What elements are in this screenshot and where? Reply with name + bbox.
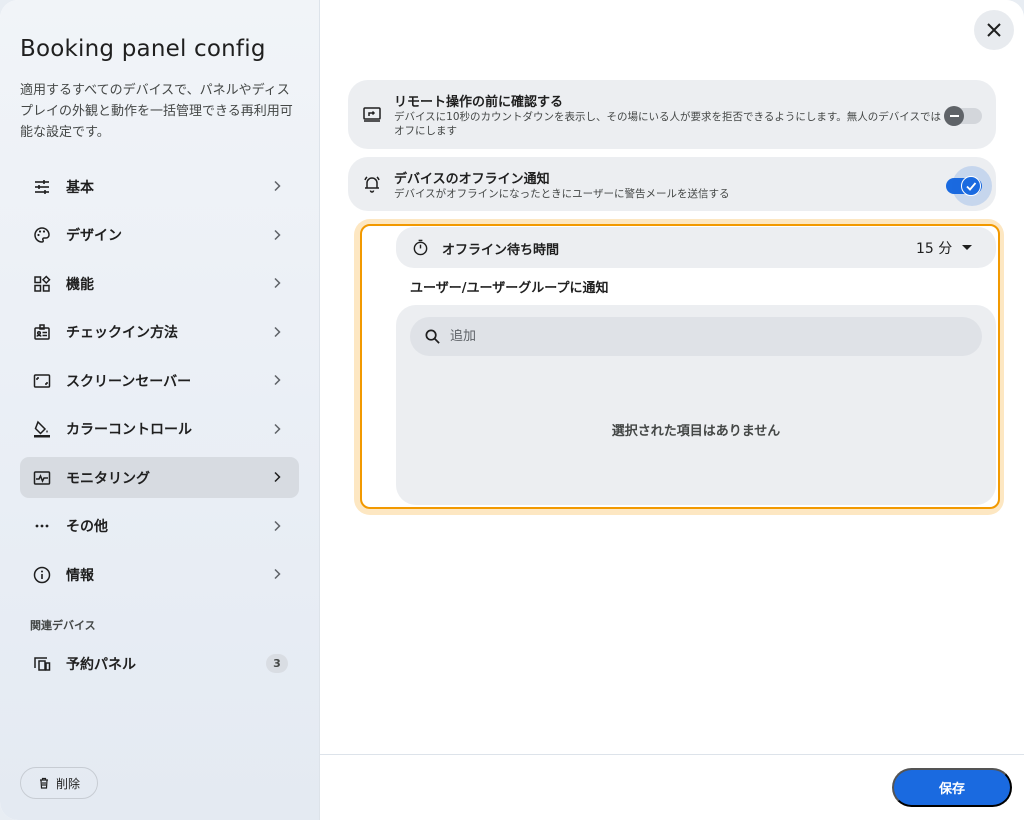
setting-card-offline-notify: デバイスのオフライン通知 デバイスがオフラインになったときにユーザーに警告メール… bbox=[348, 157, 996, 211]
chevron-right-icon bbox=[274, 277, 281, 289]
chevron-right-icon bbox=[274, 180, 281, 192]
sidebar-item-label: 情報 bbox=[66, 567, 94, 584]
page-description: 適用するすべてのデバイスで、パネルやディスプレイの外観と動作を一括管理できる再利… bbox=[20, 83, 293, 140]
notifications-icon bbox=[364, 176, 380, 193]
sidebar-item-features[interactable]: 機能 bbox=[20, 263, 299, 304]
sidebar-item-label: その他 bbox=[66, 519, 108, 535]
offline-wait-select[interactable]: 15 分 bbox=[916, 238, 973, 258]
badge-icon bbox=[32, 322, 52, 342]
info-icon bbox=[32, 565, 52, 585]
empty-state-text: 選択された項目はありません bbox=[611, 424, 781, 439]
search-input[interactable] bbox=[450, 329, 950, 344]
devices-icon bbox=[32, 654, 52, 674]
palette-icon bbox=[32, 225, 52, 245]
sidebar-item-label: 基本 bbox=[66, 179, 94, 196]
page-title: Booking panel config bbox=[20, 36, 266, 62]
sidebar-item-monitoring[interactable]: モニタリング bbox=[20, 457, 299, 498]
save-button[interactable]: 保存 bbox=[892, 768, 1012, 807]
chevron-right-icon bbox=[274, 471, 281, 483]
timer-icon bbox=[413, 239, 428, 256]
offline-wait-label: オフライン待ち時間 bbox=[442, 243, 560, 258]
offline-wait-row[interactable]: オフライン待ち時間 15 分 bbox=[396, 227, 996, 268]
notify-users-label: ユーザー/ユーザーグループに通知 bbox=[410, 281, 609, 296]
sidebar: Booking panel config 適用するすべてのデバイスで、パネルやデ… bbox=[0, 0, 320, 820]
search-icon bbox=[425, 329, 440, 344]
close-icon bbox=[987, 23, 1001, 37]
close-button[interactable] bbox=[974, 10, 1014, 50]
sidebar-item-checkin[interactable]: チェックイン方法 bbox=[20, 312, 299, 353]
offline-wait-value: 15 分 bbox=[916, 241, 953, 257]
sidebar-item-basic[interactable]: 基本 bbox=[20, 166, 299, 207]
device-item-booking-panel[interactable]: 予約パネル 3 bbox=[20, 643, 299, 684]
remote-screen-icon bbox=[363, 107, 381, 122]
sidebar-item-design[interactable]: デザイン bbox=[20, 215, 299, 256]
chevron-right-icon bbox=[274, 229, 281, 240]
chevron-right-icon bbox=[274, 374, 281, 386]
trash-icon bbox=[39, 777, 48, 789]
setting-description: デバイスがオフラインになったときにユーザーに警告メールを送信する bbox=[394, 188, 730, 200]
related-devices-label: 関連デバイス bbox=[30, 619, 96, 632]
chevron-right-icon bbox=[274, 520, 281, 531]
tune-icon bbox=[32, 177, 52, 197]
device-item-label: 予約パネル bbox=[66, 656, 136, 673]
more-horiz-icon bbox=[32, 516, 52, 536]
setting-description: デバイスに10秒のカウントダウンを表示し、その場にいる人が要求を拒否できるように… bbox=[394, 111, 941, 137]
arrow-drop-down-icon bbox=[962, 245, 973, 250]
sidebar-item-color-control[interactable]: カラーコントロール bbox=[20, 409, 299, 450]
monitoring-icon bbox=[32, 468, 52, 488]
sidebar-item-label: チェックイン方法 bbox=[66, 325, 178, 341]
delete-button[interactable]: 削除 bbox=[20, 767, 98, 799]
check-icon bbox=[966, 182, 977, 191]
format-color-fill-icon bbox=[32, 419, 52, 439]
screensaver-icon bbox=[32, 371, 52, 391]
sidebar-item-other[interactable]: その他 bbox=[20, 506, 299, 547]
widgets-icon bbox=[32, 274, 52, 294]
sidebar-item-info[interactable]: 情報 bbox=[20, 554, 299, 595]
device-count-badge: 3 bbox=[266, 654, 288, 673]
user-search[interactable] bbox=[410, 317, 982, 356]
setting-card-remote-confirm: リモート操作の前に確認する デバイスに10秒のカウントダウンを表示し、その場にい… bbox=[348, 80, 996, 149]
chevron-right-icon bbox=[274, 568, 281, 580]
sidebar-item-label: デザイン bbox=[66, 228, 122, 244]
sidebar-item-label: カラーコントロール bbox=[66, 422, 192, 438]
setting-title: デバイスのオフライン通知 bbox=[394, 172, 550, 187]
sidebar-item-label: モニタリング bbox=[66, 470, 150, 487]
offline-notify-toggle[interactable] bbox=[946, 166, 992, 206]
delete-button-label: 削除 bbox=[55, 776, 80, 791]
sidebar-item-screensaver[interactable]: スクリーンセーバー bbox=[20, 360, 299, 401]
sidebar-nav: 基本 デザイン 機能 チェックイン方法 スクリーンセーバー カラーコントロール … bbox=[20, 166, 299, 603]
sidebar-item-label: スクリーンセーバー bbox=[66, 373, 192, 390]
sidebar-item-label: 機能 bbox=[66, 276, 94, 293]
chevron-right-icon bbox=[274, 423, 281, 434]
remote-confirm-toggle[interactable] bbox=[944, 106, 982, 126]
chevron-right-icon bbox=[274, 326, 281, 337]
setting-title: リモート操作の前に確認する bbox=[394, 95, 564, 110]
